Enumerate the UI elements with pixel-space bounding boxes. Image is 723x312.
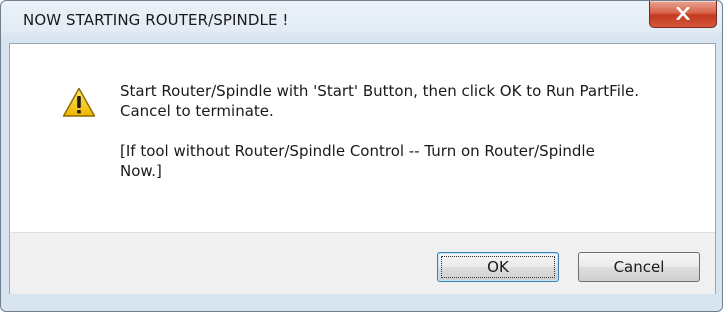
message-line: [If tool without Router/Spindle Control …: [120, 142, 595, 160]
warning-icon: [62, 87, 96, 117]
cancel-button[interactable]: Cancel: [578, 252, 700, 282]
message-line: Now.]: [120, 162, 162, 180]
title-bar[interactable]: NOW STARTING ROUTER/SPINDLE !: [1, 1, 722, 43]
cancel-button-label: Cancel: [613, 258, 665, 276]
message-dialog: NOW STARTING ROUTER/SPINDLE ! Start Rout…: [0, 0, 723, 312]
close-button[interactable]: [649, 1, 717, 28]
message-line: Cancel to terminate.: [120, 102, 274, 120]
close-x-icon: [676, 7, 690, 20]
message-area: Start Router/Spindle with 'Start' Button…: [10, 44, 715, 232]
button-bar: OK Cancel: [10, 232, 715, 294]
ok-button[interactable]: OK: [437, 252, 559, 282]
dialog-title: NOW STARTING ROUTER/SPINDLE !: [23, 11, 289, 29]
message-line: Start Router/Spindle with 'Start' Button…: [120, 82, 640, 100]
message-text: Start Router/Spindle with 'Start' Button…: [120, 81, 690, 181]
dialog-client-area: Start Router/Spindle with 'Start' Button…: [9, 43, 716, 294]
ok-button-label: OK: [487, 258, 509, 276]
